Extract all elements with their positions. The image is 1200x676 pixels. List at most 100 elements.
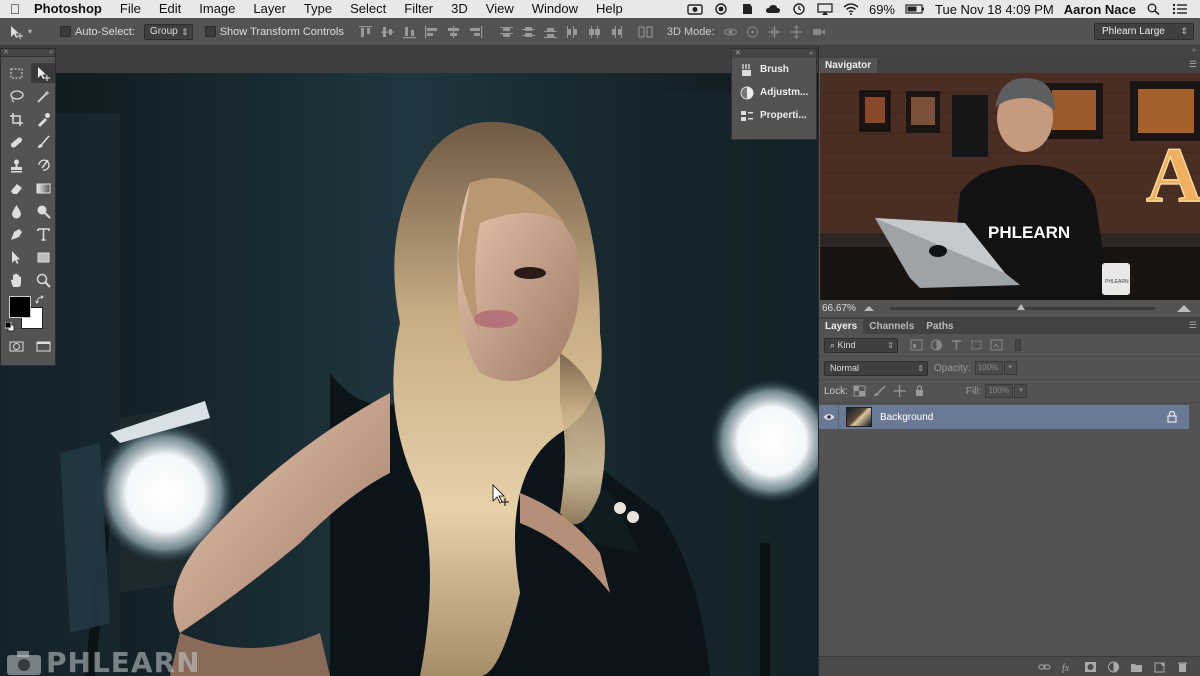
lasso-tool[interactable]	[4, 86, 28, 106]
distribute-vertical-centers-icon[interactable]	[521, 25, 536, 39]
user-account[interactable]: Aaron Nace	[1064, 2, 1136, 17]
menu-image[interactable]: Image	[190, 0, 244, 18]
filter-adjustment-icon[interactable]	[930, 339, 943, 351]
quick-mask-button[interactable]	[4, 336, 28, 356]
spotlight-search-icon[interactable]	[1146, 3, 1162, 15]
layer-style-fx-icon[interactable]: fx	[1061, 661, 1074, 673]
zoom-tool[interactable]	[31, 270, 55, 290]
new-group-folder-icon[interactable]	[1130, 661, 1143, 673]
properties-panel-button[interactable]: Properti...	[732, 104, 816, 127]
3d-slide-icon[interactable]	[789, 24, 804, 39]
evernote-icon[interactable]	[739, 3, 755, 15]
camera-icon[interactable]	[687, 3, 703, 15]
new-adjustment-layer-icon[interactable]	[1107, 661, 1120, 673]
adjustments-panel-button[interactable]: Adjustm...	[732, 81, 816, 104]
align-right-edges-icon[interactable]	[468, 25, 483, 39]
expand-icon[interactable]: »	[809, 49, 813, 58]
apple-menu-icon[interactable]: 	[0, 1, 30, 17]
brush-panel-button[interactable]: Brush	[732, 58, 816, 81]
tools-panel-header[interactable]: ✕ «	[1, 49, 55, 57]
tab-channels[interactable]: Channels	[863, 319, 920, 334]
3d-scale-icon[interactable]	[811, 25, 826, 39]
cloud-icon[interactable]	[765, 3, 781, 15]
panel-menu-icon[interactable]: ☰	[1189, 320, 1197, 331]
quick-selection-tool[interactable]	[31, 86, 55, 106]
swap-colors-icon[interactable]	[35, 295, 45, 305]
gradient-tool[interactable]	[31, 178, 55, 198]
pen-tool[interactable]	[4, 224, 28, 244]
battery-percent[interactable]: 69%	[869, 2, 895, 17]
navigator-preview[interactable]: PHLEARN PHLEARN A	[820, 73, 1200, 300]
lock-position-icon[interactable]	[893, 385, 906, 397]
zoom-percent[interactable]: 66.67%	[822, 303, 856, 314]
crop-tool[interactable]	[4, 109, 28, 129]
3d-roll-icon[interactable]	[745, 25, 760, 39]
notification-center-icon[interactable]	[1172, 3, 1188, 15]
time-machine-icon[interactable]	[791, 3, 807, 15]
auto-select-checkbox[interactable]	[60, 26, 71, 37]
menu-help[interactable]: Help	[587, 0, 632, 18]
menu-window[interactable]: Window	[523, 0, 587, 18]
app-menu[interactable]: Photoshop	[30, 0, 111, 18]
type-tool[interactable]	[31, 224, 55, 244]
dodge-tool[interactable]	[31, 201, 55, 221]
document-canvas[interactable]	[0, 73, 818, 676]
layer-name[interactable]: Background	[880, 412, 933, 423]
menu-layer[interactable]: Layer	[244, 0, 295, 18]
menu-3d[interactable]: 3D	[442, 0, 477, 18]
panel-menu-icon[interactable]: ☰	[1189, 59, 1197, 70]
menu-filter[interactable]: Filter	[395, 0, 442, 18]
brush-tool[interactable]	[31, 132, 55, 152]
new-layer-icon[interactable]	[1153, 661, 1166, 673]
dock-header[interactable]: »	[819, 46, 1200, 56]
add-mask-icon[interactable]	[1084, 661, 1097, 673]
3d-pan-icon[interactable]	[767, 25, 782, 39]
wifi-icon[interactable]	[843, 3, 859, 15]
filter-toggle-switch[interactable]	[1015, 339, 1021, 351]
hand-tool[interactable]	[4, 270, 28, 290]
close-icon[interactable]: ✕	[735, 49, 741, 58]
clock[interactable]: Tue Nov 18 4:09 PM	[935, 2, 1054, 17]
layer-visibility-toggle[interactable]	[819, 405, 839, 429]
show-transform-checkbox[interactable]	[204, 26, 216, 37]
path-selection-tool[interactable]	[4, 247, 28, 267]
history-brush-tool[interactable]	[31, 155, 55, 175]
zoom-out-icon[interactable]	[863, 305, 874, 311]
align-top-edges-icon[interactable]	[358, 25, 373, 39]
filter-smart-object-icon[interactable]	[990, 339, 1003, 351]
layer-row-background[interactable]: Background	[819, 405, 1189, 429]
menu-select[interactable]: Select	[341, 0, 395, 18]
workspace-switcher[interactable]: Phlearn Large	[1094, 23, 1194, 40]
distribute-bottom-icon[interactable]	[543, 25, 558, 39]
zoom-in-icon[interactable]	[1177, 304, 1191, 312]
trash-icon[interactable]	[1176, 661, 1189, 673]
opacity-dropdown-icon[interactable]: ▾	[1003, 361, 1017, 375]
screen-mode-button[interactable]	[31, 336, 55, 356]
link-layers-icon[interactable]	[1038, 661, 1051, 673]
blend-mode-dropdown[interactable]: Normal	[824, 360, 928, 376]
eraser-tool[interactable]	[4, 178, 28, 198]
airplay-icon[interactable]	[817, 3, 833, 15]
auto-align-layers-icon[interactable]	[638, 25, 653, 39]
opacity-field[interactable]: 100%	[974, 361, 1003, 375]
tool-preset-picker[interactable]: ▾	[8, 22, 52, 42]
distribute-right-icon[interactable]	[609, 25, 624, 39]
fill-field[interactable]: 100%	[985, 384, 1014, 398]
distribute-top-icon[interactable]	[499, 25, 514, 39]
blur-tool[interactable]	[4, 201, 28, 221]
tab-navigator[interactable]: Navigator	[819, 58, 878, 73]
filter-shape-icon[interactable]	[970, 339, 983, 351]
move-tool[interactable]	[31, 63, 55, 83]
filter-type-icon[interactable]	[950, 339, 963, 351]
lock-transparent-icon[interactable]	[853, 385, 866, 397]
clone-stamp-tool[interactable]	[4, 155, 28, 175]
menu-view[interactable]: View	[477, 0, 523, 18]
eyedropper-tool[interactable]	[31, 109, 55, 129]
foreground-color-swatch[interactable]	[9, 296, 31, 318]
collapsed-panels-header[interactable]: ✕ »	[732, 49, 816, 58]
lock-all-icon[interactable]	[913, 385, 926, 397]
menu-edit[interactable]: Edit	[150, 0, 190, 18]
record-icon[interactable]	[713, 3, 729, 15]
tab-layers[interactable]: Layers	[819, 319, 864, 334]
layer-lock-icon[interactable]	[1167, 411, 1177, 423]
